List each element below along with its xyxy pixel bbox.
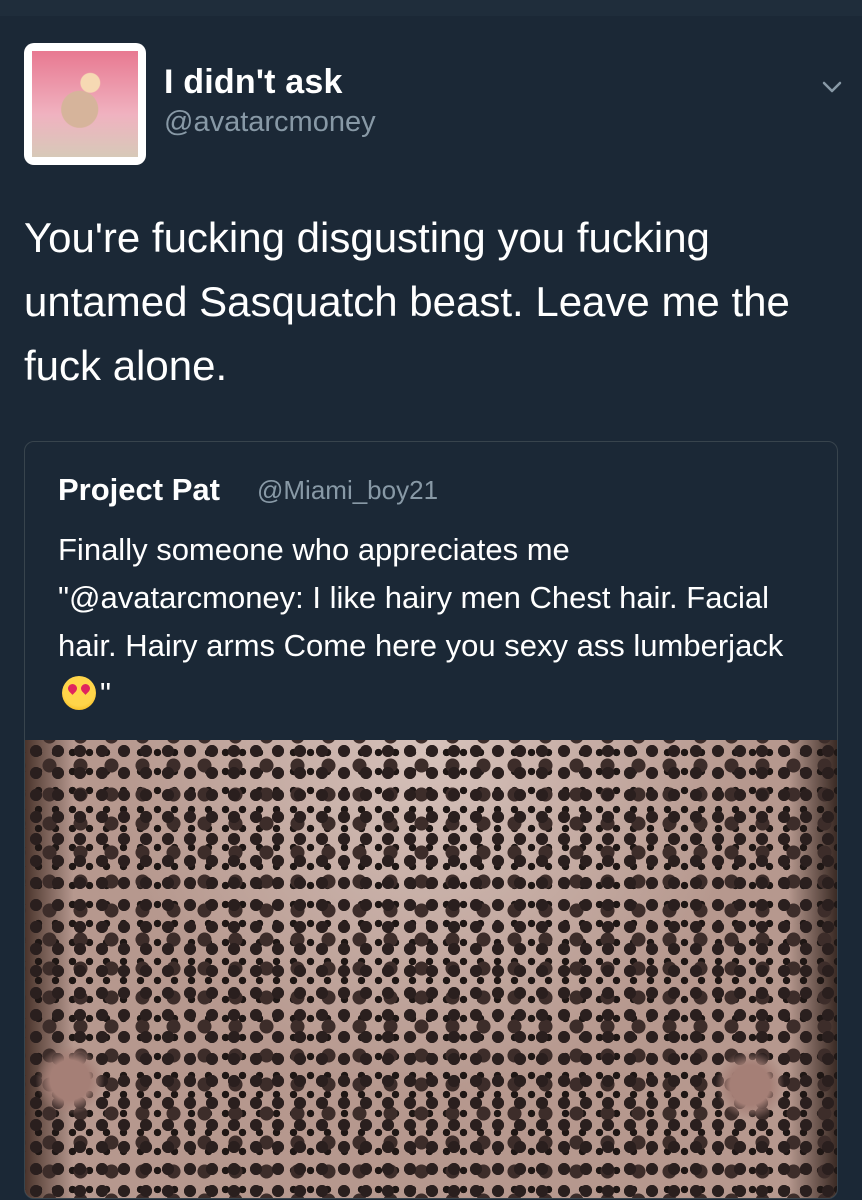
heart-eyes-emoji-icon	[62, 676, 96, 710]
quoted-author-name: Project Pat	[58, 472, 220, 507]
image-detail-right	[715, 1050, 785, 1120]
chevron-down-icon[interactable]	[820, 75, 844, 99]
quoted-tweet-text: Finally someone who appreciates me "@ava…	[58, 526, 818, 718]
avatar-photo	[32, 51, 138, 157]
quoted-tweet-image[interactable]	[25, 740, 837, 1198]
avatar[interactable]	[24, 43, 146, 165]
quoted-tweet[interactable]: Project Pat @Miami_boy21 Finally someone…	[24, 441, 838, 1199]
quoted-text-closing-quote: "	[100, 676, 112, 711]
author-handle[interactable]: @avatarcmoney	[164, 106, 376, 139]
quoted-author-handle: @Miami_boy21	[257, 475, 439, 505]
quoted-text-main: Finally someone who appreciates me "@ava…	[58, 532, 784, 663]
tweet-text: You're fucking disgusting you fucking un…	[24, 214, 790, 389]
status-strip	[0, 0, 862, 16]
image-detail-left	[35, 1045, 105, 1115]
author-display-name[interactable]: I didn't ask	[164, 63, 343, 102]
